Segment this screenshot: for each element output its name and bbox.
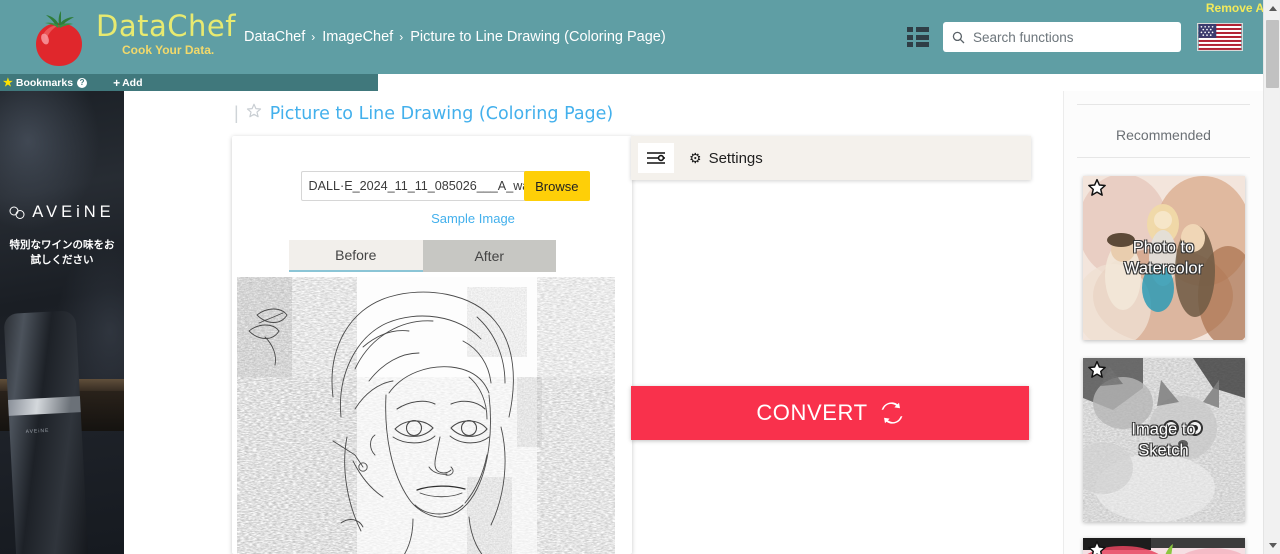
converter-card: DALL·E_2024_11_11_085026___A_warm_R Brow… bbox=[232, 136, 632, 554]
breadcrumb-item-imagechef[interactable]: ImageChef bbox=[322, 29, 393, 45]
recommended-card-third[interactable] bbox=[1083, 538, 1245, 554]
ad-brand-name: AVEiNE bbox=[32, 203, 114, 222]
settings-panel[interactable]: ⚙ Settings bbox=[631, 136, 1031, 180]
scrollbar-thumb[interactable] bbox=[1266, 20, 1279, 88]
caption-line-2: Sketch bbox=[1083, 440, 1245, 461]
page-title: Picture to Line Drawing (Coloring Page) bbox=[270, 104, 614, 124]
refresh-sync-icon bbox=[880, 401, 904, 425]
star-outline-icon[interactable] bbox=[246, 103, 262, 124]
caption-line-1: Photo to bbox=[1083, 237, 1245, 258]
ad-device-band bbox=[8, 396, 81, 416]
ad-brand-row: AVEiNE bbox=[0, 203, 124, 222]
logo-title: DataChef bbox=[96, 11, 236, 41]
title-divider: | bbox=[234, 103, 239, 124]
recommended-title: Recommended bbox=[1064, 105, 1263, 157]
preview-tabs: Before After bbox=[289, 240, 556, 272]
tab-before[interactable]: Before bbox=[289, 240, 423, 272]
star-icon: ★ bbox=[3, 76, 13, 89]
grid-menu-icon[interactable] bbox=[907, 27, 929, 47]
recommended-card-caption: Photo to Watercolor bbox=[1083, 237, 1245, 278]
recommended-card-caption: Image to Sketch bbox=[1083, 419, 1245, 460]
star-outline-icon[interactable] bbox=[1087, 360, 1107, 385]
add-bookmark-label: Add bbox=[122, 77, 142, 89]
gear-icon: ⚙ bbox=[689, 150, 702, 167]
question-mark-icon[interactable]: ? bbox=[77, 78, 87, 88]
recommended-card-sketch[interactable]: Image to Sketch bbox=[1083, 358, 1245, 522]
breadcrumb-item-current: Picture to Line Drawing (Coloring Page) bbox=[410, 29, 666, 45]
breadcrumb-item-datachef[interactable]: DataChef bbox=[244, 29, 305, 45]
star-outline-icon[interactable] bbox=[1087, 540, 1107, 554]
plus-icon: + bbox=[113, 76, 120, 90]
tomato-icon bbox=[28, 11, 90, 69]
search-box[interactable] bbox=[943, 22, 1181, 52]
page-title-row: | Picture to Line Drawing (Coloring Page… bbox=[124, 91, 1063, 124]
chevron-right-icon: › bbox=[311, 30, 315, 44]
language-selector[interactable]: Remove Ads bbox=[1197, 23, 1245, 51]
bookmarks-bar: ★ Bookmarks ? + Add bbox=[0, 74, 378, 91]
bookmarks-label[interactable]: Bookmarks bbox=[16, 77, 73, 89]
page-scrollbar[interactable] bbox=[1263, 0, 1280, 554]
caption-line-2: Watercolor bbox=[1083, 258, 1245, 279]
divider bbox=[1077, 157, 1250, 158]
ad-tagline-line1: 特別なワインの味をお bbox=[0, 238, 124, 253]
ad-tagline: 特別なワインの味をお 試しください bbox=[0, 238, 124, 268]
logo-tagline: Cook Your Data. bbox=[122, 43, 236, 57]
file-name-value: DALL·E_2024_11_11_085026___A_warm_R bbox=[302, 179, 526, 193]
ad-tagline-line2: 試しください bbox=[0, 253, 124, 268]
recommended-card-watercolor[interactable]: Photo to Watercolor bbox=[1083, 176, 1245, 340]
file-upload-row: DALL·E_2024_11_11_085026___A_warm_R Brow… bbox=[232, 136, 632, 201]
caption-line-1: Image to bbox=[1083, 419, 1245, 440]
site-header: DataChef Cook Your Data. DataChef › Imag… bbox=[0, 0, 1263, 74]
aveine-logo-icon bbox=[9, 206, 27, 220]
preview-image bbox=[237, 277, 615, 554]
third-thumbnail bbox=[1083, 538, 1245, 554]
header-actions: Remove Ads bbox=[907, 22, 1263, 52]
scroll-up-arrow[interactable] bbox=[1264, 0, 1280, 17]
settings-label: Settings bbox=[709, 150, 763, 167]
search-input[interactable] bbox=[973, 30, 1173, 45]
site-logo[interactable]: DataChef Cook Your Data. bbox=[28, 5, 238, 69]
convert-button[interactable]: CONVERT bbox=[631, 386, 1029, 440]
sliders-icon[interactable] bbox=[638, 143, 674, 173]
scroll-down-arrow[interactable] bbox=[1264, 537, 1280, 554]
star-outline-icon[interactable] bbox=[1087, 178, 1107, 203]
browse-button[interactable]: Browse bbox=[524, 171, 589, 201]
add-bookmark-button[interactable]: + Add bbox=[113, 76, 142, 90]
breadcrumb: DataChef › ImageChef › Picture to Line D… bbox=[244, 29, 666, 45]
chevron-right-icon: › bbox=[399, 30, 403, 44]
main-content: | Picture to Line Drawing (Coloring Page… bbox=[124, 91, 1063, 554]
convert-button-label: CONVERT bbox=[756, 400, 867, 426]
sample-image-link[interactable]: Sample Image bbox=[314, 211, 632, 226]
ad-device-label: AVEiNE bbox=[26, 428, 50, 435]
ad-product-device: AVEiNE bbox=[4, 310, 89, 554]
search-icon bbox=[952, 31, 965, 44]
tab-after[interactable]: After bbox=[423, 240, 557, 272]
left-sidebar-ad[interactable]: AVEiNE AVEiNE 特別なワインの味をお 試しください bbox=[0, 91, 124, 554]
file-input[interactable]: DALL·E_2024_11_11_085026___A_warm_R Brow… bbox=[301, 171, 564, 201]
app-window: DataChef Cook Your Data. DataChef › Imag… bbox=[0, 0, 1280, 554]
us-flag-icon[interactable] bbox=[1197, 23, 1243, 51]
recommended-sidebar: Recommended bbox=[1063, 91, 1263, 554]
